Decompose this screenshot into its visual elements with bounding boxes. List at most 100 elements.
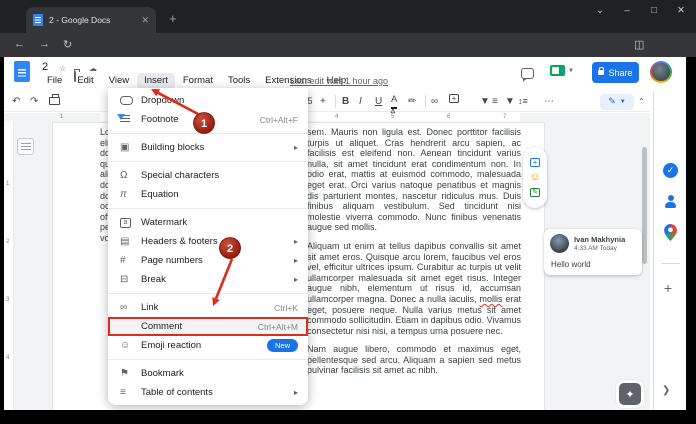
insert-menu-item-building-blocks[interactable]: Building blocks▸ (108, 138, 308, 157)
menu-item-label: Dropdown (141, 95, 298, 106)
add-comment-icon[interactable]: + (530, 158, 540, 167)
highlight-color-button[interactable]: ✏ (408, 94, 416, 109)
document-status-cloud-icon[interactable]: ☁ (89, 64, 97, 73)
window-minimize-button[interactable]: – (622, 5, 632, 16)
menu-edit[interactable]: Edit (70, 73, 100, 89)
last-edit-link[interactable]: Last edit was 1 hour ago (290, 76, 388, 86)
menu-separator (108, 293, 308, 294)
margin-action-pill: + ☺ ✎ (523, 147, 547, 208)
paragraph: Aliquam ut enim at tellus dapibus conval… (307, 241, 521, 336)
tasks-icon[interactable]: ✓ (663, 163, 678, 178)
ruler-vertical[interactable]: 1234 (4, 121, 14, 410)
menu-item-label: Footnote (141, 114, 260, 125)
redo-button[interactable]: ↷ (30, 94, 38, 109)
menu-item-label: Table of contents (141, 387, 294, 398)
share-label: Share (608, 68, 632, 78)
window-maximize-button[interactable]: □ (649, 5, 659, 16)
print-button[interactable] (49, 97, 60, 105)
window-close-button[interactable]: ✕ (676, 5, 686, 16)
google-side-panel: ✓ + (653, 92, 686, 410)
menu-item-label: Building blocks (141, 142, 294, 153)
emoji-reaction-icon[interactable]: ☺ (529, 172, 540, 183)
pencil-icon: ✎ (608, 96, 616, 107)
font-size-increase-button[interactable]: + (320, 94, 326, 109)
menu-format[interactable]: Format (176, 73, 220, 89)
explore-button[interactable]: ✦ (619, 383, 641, 405)
ruler-number: 4 (6, 355, 9, 361)
account-avatar[interactable] (650, 61, 672, 83)
insert-menu-item-footnote[interactable]: FootnoteCtrl+Alt+F (108, 110, 308, 129)
insert-menu-item-break[interactable]: Break▸ (108, 270, 308, 289)
insert-menu-item-watermark[interactable]: Watermark (108, 213, 308, 232)
ruler-number: 6 (447, 114, 450, 120)
tab-close-icon[interactable]: ✕ (141, 16, 149, 25)
underline-button[interactable]: U (375, 94, 382, 109)
share-button[interactable]: Share (592, 62, 639, 83)
bookmark-icon (120, 369, 141, 379)
insert-menu-item-equation[interactable]: Equation (108, 185, 308, 204)
add-comment-button[interactable]: + (449, 94, 459, 103)
doc-text-column: sem. Mauris non ligula est. Donec portti… (307, 127, 521, 408)
browser-tab[interactable]: 2 - Google Docs ✕ (26, 7, 156, 33)
menu-view[interactable]: View (102, 73, 136, 89)
insert-menu-item-special-characters[interactable]: Special characters (108, 166, 308, 185)
align-button[interactable]: ≡ (492, 94, 498, 109)
menu-file[interactable]: File (40, 73, 69, 89)
misspelled-word: mollis (479, 294, 502, 304)
insert-menu-item-emoji-reaction[interactable]: Emoji reactionNew (108, 336, 308, 355)
menu-item-shortcut: Ctrl+Alt+M (258, 322, 298, 332)
window-menu-icon[interactable]: ⌄ (595, 5, 605, 16)
editing-mode-button[interactable]: ✎ ▼ (600, 94, 634, 110)
insert-menu-item-table-of-contents[interactable]: Table of contents▸ (108, 383, 308, 402)
docs-logo[interactable] (14, 61, 30, 82)
line-spacing-button[interactable]: ↕≡ (518, 94, 528, 109)
star-document-icon[interactable]: ☆ (59, 64, 66, 73)
bold-button[interactable]: B (342, 94, 349, 109)
chevron-down-icon: ▼ (620, 99, 626, 105)
more-options-button[interactable]: ⋯ (544, 94, 554, 109)
align-dropdown-icon[interactable]: ▼ (505, 94, 515, 109)
menu-item-label: Break (141, 274, 294, 285)
document-outline-button[interactable] (17, 138, 34, 155)
document-scrollbar[interactable] (642, 147, 647, 264)
side-panel-divider (661, 263, 680, 264)
italic-button[interactable]: I (359, 94, 362, 109)
text-color-button[interactable]: A (391, 94, 397, 109)
comment-card[interactable]: Ivan Makhynia 4:33 AM Today Hello world (544, 229, 642, 275)
indent-marker[interactable] (117, 114, 125, 120)
menu-item-label: Bookmark (141, 368, 298, 379)
hide-side-panel-button[interactable]: ❯ (662, 385, 670, 396)
menu-tools[interactable]: Tools (221, 73, 257, 89)
get-add-ons-button[interactable]: + (664, 281, 672, 295)
back-button[interactable]: ← (14, 38, 25, 50)
chevron-down-icon: ▼ (568, 68, 574, 74)
image-dropdown-icon[interactable]: ▼ (480, 94, 490, 109)
insert-menu-item-dropdown[interactable]: Dropdown (108, 91, 308, 110)
insert-menu-item-bookmark[interactable]: Bookmark (108, 364, 308, 383)
new-tab-button[interactable]: + (169, 11, 177, 26)
open-comments-icon[interactable] (521, 68, 534, 79)
ruler-horizontal[interactable]: 14567 (4, 113, 650, 121)
insert-menu-item-page-numbers[interactable]: Page numbers▸ (108, 251, 308, 270)
insert-menu-item-headers-footers[interactable]: Headers & footers▸ (108, 232, 308, 251)
forward-button[interactable]: → (39, 38, 50, 50)
window-controls: ⌄ – □ ✕ (595, 5, 686, 16)
menu-item-label: Link (141, 302, 274, 313)
page-numbers-icon (120, 256, 141, 266)
insert-link-button[interactable]: ∞ (431, 94, 438, 109)
maps-icon[interactable] (663, 224, 678, 239)
submenu-arrow-icon: ▸ (294, 388, 298, 397)
comment-author-name: Ivan Makhynia (574, 235, 625, 244)
suggest-edits-icon[interactable]: ✎ (530, 188, 540, 197)
browser-tab-strip: 2 - Google Docs ✕ + ⌄ – □ ✕ (0, 0, 696, 33)
submenu-arrow-icon: ▸ (294, 275, 298, 284)
document-title[interactable]: 2 (42, 61, 48, 73)
side-panel-icon[interactable]: ◫ (634, 38, 644, 51)
menu-insert[interactable]: Insert (137, 73, 175, 89)
hide-menus-button[interactable]: ⌃ (638, 94, 645, 109)
insert-menu-item-link[interactable]: LinkCtrl+K (108, 298, 308, 317)
undo-button[interactable]: ↶ (12, 94, 20, 109)
insert-menu-item-comment[interactable]: CommentCtrl+Alt+M (108, 317, 308, 336)
reload-button[interactable]: ↻ (63, 38, 72, 51)
meet-button[interactable]: ▼ (550, 65, 574, 76)
